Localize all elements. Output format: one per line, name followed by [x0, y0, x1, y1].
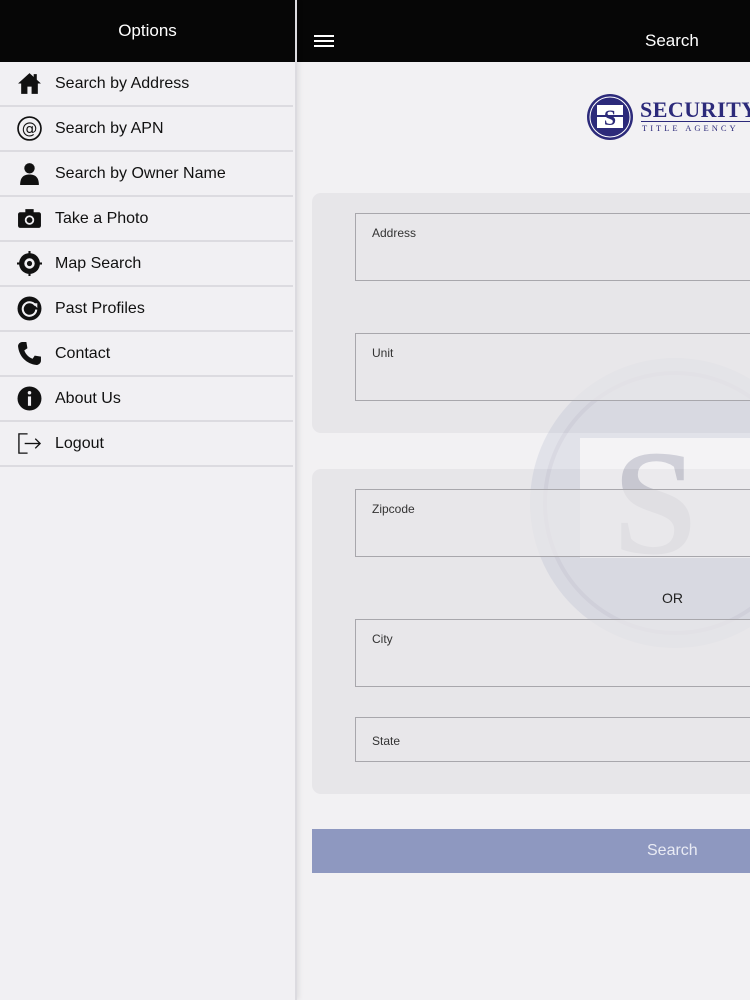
address-field[interactable]: Address	[355, 213, 750, 281]
hamburger-icon[interactable]	[314, 31, 334, 47]
menu-item-label: Search by APN	[55, 119, 164, 137]
menu-item-contact[interactable]: Contact	[0, 332, 293, 377]
state-field[interactable]: State	[355, 717, 750, 762]
menu-item-label: Past Profiles	[55, 299, 145, 317]
options-menu: Search by Address @ Search by APN Search…	[0, 62, 295, 467]
search-button[interactable]: Search	[312, 829, 750, 873]
menu-item-label: Map Search	[55, 254, 142, 272]
history-icon	[17, 296, 42, 321]
city-field[interactable]: City	[355, 619, 750, 687]
menu-item-label: Search by Owner Name	[55, 164, 226, 182]
phone-icon	[17, 341, 42, 366]
zipcode-label: Zipcode	[372, 502, 415, 516]
sidebar-header: Options	[0, 0, 295, 62]
logout-icon	[17, 431, 42, 456]
info-icon	[17, 386, 42, 411]
menu-item-search-by-apn[interactable]: @ Search by APN	[0, 107, 293, 152]
options-sidebar: Options Search by Address @ Search by AP…	[0, 0, 297, 1000]
home-icon	[17, 71, 42, 96]
logo-name: SECURITY	[640, 97, 750, 122]
state-label: State	[372, 734, 401, 748]
address-label: Address	[372, 226, 417, 240]
menu-item-label: Search by Address	[55, 74, 190, 92]
or-divider: OR	[662, 590, 683, 606]
camera-icon	[17, 206, 42, 231]
menu-item-past-profiles[interactable]: Past Profiles	[0, 287, 293, 332]
menu-item-map-search[interactable]: Map Search	[0, 242, 293, 287]
menu-item-search-by-owner-name[interactable]: Search by Owner Name	[0, 152, 293, 197]
company-logo: S SECURITY TITLE AGENCY	[585, 93, 750, 143]
menu-item-label: Logout	[55, 434, 104, 452]
menu-item-logout[interactable]: Logout	[0, 422, 293, 467]
menu-item-label: About Us	[55, 389, 121, 407]
target-icon	[17, 251, 42, 276]
page-title: Search	[645, 31, 699, 50]
menu-item-about-us[interactable]: About Us	[0, 377, 293, 422]
svg-text:@: @	[22, 120, 38, 138]
unit-label: Unit	[372, 346, 394, 360]
menu-item-take-a-photo[interactable]: Take a Photo	[0, 197, 293, 242]
unit-field[interactable]: Unit	[355, 333, 750, 401]
menu-item-search-by-address[interactable]: Search by Address	[0, 62, 293, 107]
search-panel: Search S SECURITY TITLE AGENCY S	[297, 0, 750, 1000]
app-root: Options Search by Address @ Search by AP…	[0, 0, 750, 1000]
at-icon: @	[17, 116, 42, 141]
menu-item-label: Contact	[55, 344, 111, 362]
top-bar: Search	[297, 0, 750, 62]
zipcode-field[interactable]: Zipcode	[355, 489, 750, 557]
svg-text:S: S	[604, 105, 616, 130]
logo-rule	[641, 121, 750, 122]
search-button-label: Search	[647, 842, 698, 859]
sidebar-title: Options	[118, 21, 177, 40]
menu-item-label: Take a Photo	[55, 209, 149, 227]
logo-tagline: TITLE AGENCY	[642, 123, 739, 133]
city-label: City	[372, 632, 393, 646]
person-icon	[17, 161, 42, 186]
